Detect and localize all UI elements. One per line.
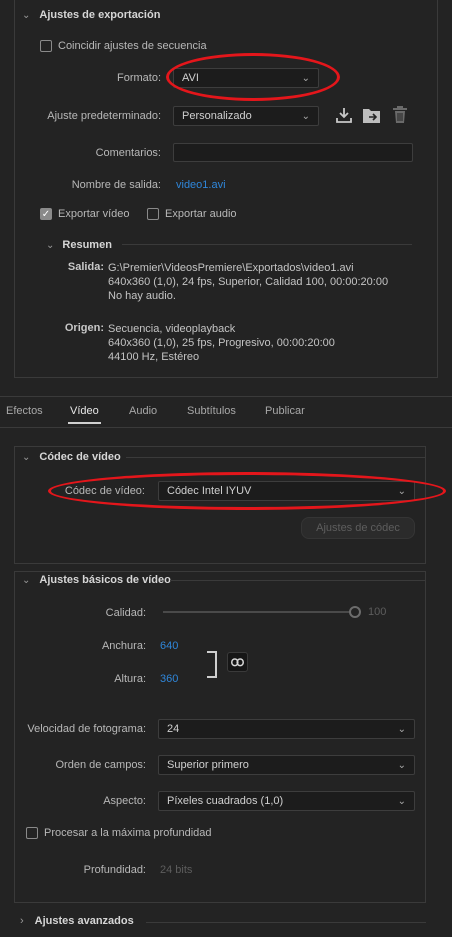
section-title-codec: Códec de vídeo [39, 451, 121, 463]
tab-subtitles[interactable]: Subtítulos [187, 405, 236, 417]
codec-settings-button[interactable]: Ajustes de códec [301, 517, 415, 539]
import-preset-icon[interactable] [335, 106, 353, 124]
source-summary-label: Origen: [64, 322, 104, 334]
tab-video[interactable]: Vídeo [70, 405, 99, 417]
export-audio-checkbox[interactable] [147, 208, 159, 220]
tab-bar: Efectos Vídeo Audio Subtítulos Publicar [0, 397, 452, 427]
delete-preset-icon[interactable] [392, 106, 408, 124]
chevron-down-icon: ⌄ [301, 72, 310, 84]
codec-divider [126, 457, 426, 458]
source-line: 44100 Hz, Estéreo [108, 351, 200, 363]
depth-value: 24 bits [160, 864, 193, 876]
chevron-down-icon: ⌄ [22, 574, 31, 586]
source-summary-lines: Secuencia, videoplayback 640x360 (1,0), … [108, 322, 335, 364]
aspect-value: Píxeles cuadrados (1,0) [167, 795, 284, 807]
export-audio-checkbox-row[interactable]: Exportar audio [147, 208, 237, 220]
link-dimensions-icon[interactable] [227, 652, 248, 672]
output-summary-label: Salida: [67, 261, 104, 273]
section-title-export: Ajustes de exportación [39, 9, 161, 21]
depth-label: Profundidad: [83, 864, 146, 876]
match-sequence-checkbox[interactable] [40, 40, 52, 52]
output-line: 640x360 (1,0), 24 fps, Superior, Calidad… [108, 276, 389, 288]
max-depth-label: Procesar a la máxima profundidad [44, 827, 212, 839]
output-name-link[interactable]: video1.avi [176, 179, 226, 191]
video-codec-header[interactable]: ⌄ Códec de vídeo [22, 451, 121, 463]
basic-divider [170, 580, 426, 581]
tab-audio[interactable]: Audio [129, 405, 157, 417]
chevron-down-icon: ⌄ [22, 451, 31, 463]
quality-label: Calidad: [105, 607, 146, 619]
preset-value: Personalizado [182, 110, 252, 122]
save-preset-icon[interactable] [362, 106, 382, 124]
comments-input[interactable] [173, 143, 413, 162]
framerate-label: Velocidad de fotograma: [27, 723, 146, 735]
chevron-down-icon: ⌄ [397, 759, 406, 771]
output-line: G:\Premier\VideosPremiere\Exportados\vid… [108, 262, 354, 274]
advanced-header[interactable]: › Ajustes avanzados [20, 915, 134, 927]
preset-label: Ajuste predeterminado: [47, 110, 161, 122]
output-summary-lines: G:\Premier\VideosPremiere\Exportados\vid… [108, 261, 388, 303]
chevron-down-icon: ⌄ [301, 110, 310, 122]
export-audio-label: Exportar audio [165, 208, 237, 220]
export-video-checkbox-row[interactable]: ✓ Exportar vídeo [40, 208, 130, 220]
output-line: No hay audio. [108, 290, 176, 302]
codec-label: Códec de vídeo: [64, 485, 145, 497]
export-video-label: Exportar vídeo [58, 208, 130, 220]
chevron-down-icon: ⌄ [397, 485, 406, 497]
summary-divider [122, 244, 412, 245]
quality-slider-handle[interactable] [349, 606, 361, 618]
field-order-dropdown[interactable]: Superior primero ⌄ [158, 755, 415, 775]
aspect-dropdown[interactable]: Píxeles cuadrados (1,0) ⌄ [158, 791, 415, 811]
tab-video-underline [68, 422, 101, 424]
format-value: AVI [182, 72, 199, 84]
summary-header[interactable]: ⌄ Resumen [46, 239, 112, 251]
basic-video-header[interactable]: ⌄ Ajustes básicos de vídeo [22, 574, 171, 586]
advanced-divider [146, 922, 426, 923]
chevron-down-icon: ⌄ [397, 795, 406, 807]
chevron-down-icon: ⌄ [46, 239, 55, 251]
quality-slider-track [163, 611, 353, 613]
export-settings-header[interactable]: ⌄ Ajustes de exportación [22, 9, 160, 21]
source-line: Secuencia, videoplayback [108, 323, 236, 335]
tab-effects[interactable]: Efectos [6, 405, 43, 417]
max-depth-checkbox[interactable] [26, 827, 38, 839]
framerate-value: 24 [167, 723, 180, 735]
match-sequence-label: Coincidir ajustes de secuencia [58, 40, 207, 52]
section-title-basic: Ajustes básicos de vídeo [39, 574, 171, 586]
width-value[interactable]: 640 [160, 640, 178, 652]
chevron-down-icon: ⌄ [397, 723, 406, 735]
codec-dropdown[interactable]: Códec Intel IYUV ⌄ [158, 481, 415, 501]
height-value[interactable]: 360 [160, 673, 178, 685]
source-line: 640x360 (1,0), 25 fps, Progresivo, 00:00… [108, 337, 335, 349]
link-bracket [207, 651, 217, 678]
video-codec-panel [14, 446, 426, 564]
max-depth-checkbox-row[interactable]: Procesar a la máxima profundidad [26, 827, 212, 839]
chevron-down-icon: ⌄ [22, 9, 31, 21]
quality-slider[interactable] [163, 606, 361, 618]
preset-dropdown[interactable]: Personalizado ⌄ [173, 106, 319, 126]
aspect-label: Aspecto: [103, 795, 146, 807]
summary-title: Resumen [62, 239, 112, 251]
framerate-dropdown[interactable]: 24 ⌄ [158, 719, 415, 739]
chevron-right-icon: › [20, 915, 24, 927]
tab-publish[interactable]: Publicar [265, 405, 305, 417]
format-dropdown[interactable]: AVI ⌄ [173, 68, 319, 88]
height-label: Altura: [114, 673, 146, 685]
width-label: Anchura: [101, 640, 146, 652]
output-name-label: Nombre de salida: [71, 179, 161, 191]
codec-value: Códec Intel IYUV [167, 485, 252, 497]
field-order-label: Orden de campos: [55, 759, 147, 771]
comments-label: Comentarios: [95, 147, 161, 159]
field-order-value: Superior primero [167, 759, 249, 771]
export-video-checkbox[interactable]: ✓ [40, 208, 52, 220]
tabs-bottom-divider [0, 427, 452, 428]
format-label: Formato: [116, 72, 161, 84]
quality-value: 100 [368, 606, 387, 618]
match-sequence-checkbox-row[interactable]: Coincidir ajustes de secuencia [40, 40, 207, 52]
section-title-advanced: Ajustes avanzados [34, 915, 134, 927]
